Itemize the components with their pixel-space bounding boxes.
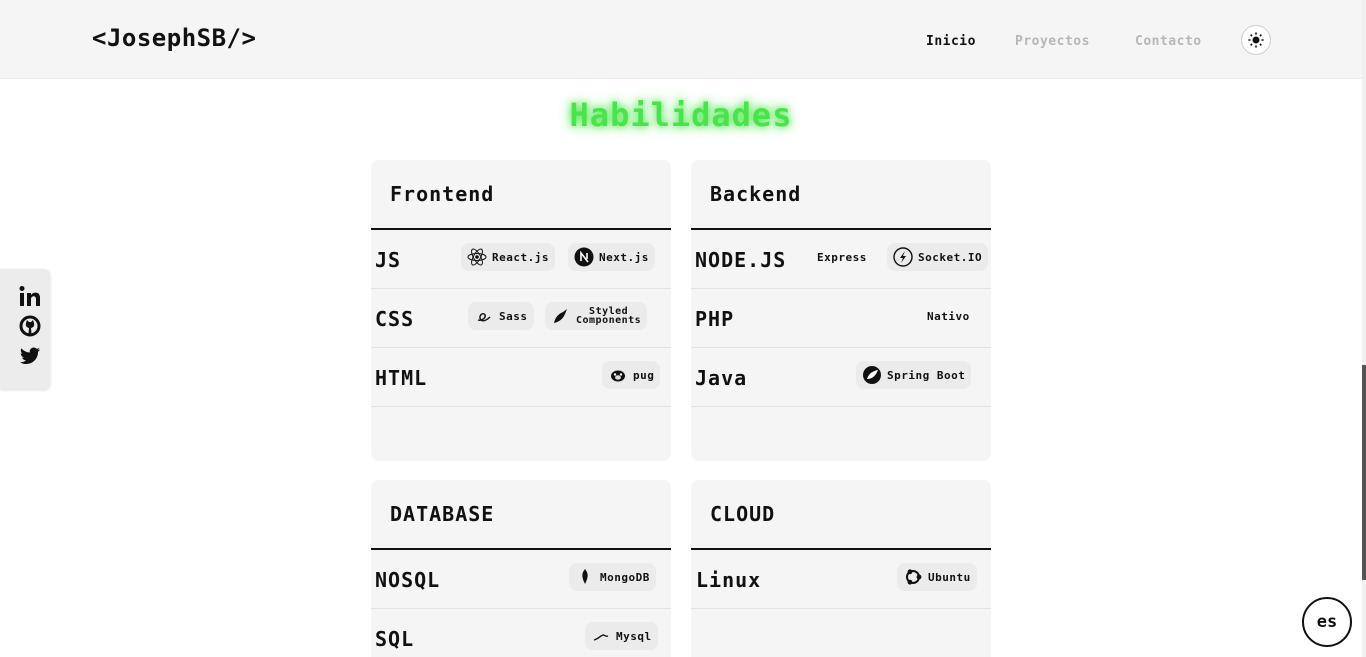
sass-icon — [474, 306, 494, 326]
react-icon — [467, 247, 487, 267]
theme-toggle-button[interactable] — [1241, 25, 1271, 55]
skill-card-backend: Backend NODE.JS Express Socket.IO PHP Na… — [691, 160, 991, 461]
chip-label: Sass — [499, 309, 528, 323]
card-title: CLOUD — [691, 480, 991, 550]
chip-label: Spring Boot — [887, 368, 966, 382]
card-title: Backend — [691, 160, 991, 230]
chip-label: Mysql — [616, 629, 652, 643]
skill-row-linux: Linux Ubuntu — [691, 550, 991, 609]
nextjs-icon — [574, 247, 594, 267]
skill-name: Linux — [696, 568, 762, 592]
linkedin-icon[interactable] — [18, 284, 42, 308]
card-title: Frontend — [371, 160, 671, 230]
social-sidebar — [0, 269, 50, 389]
skill-card-database: DATABASE NOSQL MongoDB SQL Mysql — [371, 480, 671, 657]
styled-components-icon — [551, 306, 571, 326]
skill-name: NODE.JS — [695, 248, 787, 272]
chip-label: Nativo — [927, 309, 970, 323]
spring-icon — [862, 365, 882, 385]
scrollbar-thumb[interactable] — [1362, 365, 1366, 580]
ubuntu-icon — [903, 567, 923, 587]
nav-proyectos[interactable]: Proyectos — [1015, 34, 1090, 49]
site-header: <JosephSB/> Inicio Proyectos Contacto — [0, 0, 1362, 79]
socketio-icon — [893, 247, 913, 267]
tech-chip-mysql[interactable]: Mysql — [585, 622, 658, 650]
skill-name: SQL — [375, 627, 415, 651]
skill-row-css: CSS Sass Styled Components — [371, 289, 671, 348]
site-logo[interactable]: <JosephSB/> — [92, 24, 256, 52]
chip-label: React.js — [492, 250, 549, 264]
language-switch-button[interactable]: es — [1302, 597, 1352, 647]
section-title: Habilidades — [569, 96, 793, 134]
tech-chip-ubuntu[interactable]: Ubuntu — [897, 563, 977, 591]
github-icon[interactable] — [18, 314, 42, 338]
tech-chip-react[interactable]: React.js — [461, 243, 555, 271]
skill-row-html: HTML pug — [371, 348, 671, 407]
skill-row-nodejs: NODE.JS Express Socket.IO — [691, 230, 991, 289]
mongodb-icon — [575, 567, 595, 587]
skill-name: NOSQL — [375, 568, 441, 592]
tech-chip-nativo[interactable]: Nativo — [921, 302, 976, 330]
tech-chip-express[interactable]: Express — [811, 243, 873, 271]
skill-card-frontend: Frontend JS React.js Next.js CSS Sass St… — [371, 160, 671, 461]
card-title: DATABASE — [371, 480, 671, 550]
pug-icon — [608, 365, 628, 385]
skill-card-cloud: CLOUD Linux Ubuntu — [691, 480, 991, 657]
mysql-icon — [591, 626, 611, 646]
tech-chip-nextjs[interactable]: Next.js — [568, 243, 655, 271]
tech-chip-pug[interactable]: pug — [602, 361, 661, 389]
skill-name: PHP — [695, 307, 735, 331]
skill-row-js: JS React.js Next.js — [371, 230, 671, 289]
skill-row-nosql: NOSQL MongoDB — [371, 550, 671, 609]
skill-name: CSS — [375, 307, 415, 331]
chip-label: Express — [817, 250, 867, 264]
chip-label: Socket.IO — [918, 250, 983, 264]
skill-name: JS — [375, 248, 402, 272]
chip-label: MongoDB — [600, 570, 650, 584]
chip-label: Styled Components — [576, 306, 642, 326]
skill-name: HTML — [375, 366, 428, 390]
chip-label: Next.js — [599, 250, 649, 264]
chip-label: Ubuntu — [928, 570, 971, 584]
tech-chip-spring-boot[interactable]: Spring Boot — [856, 361, 972, 389]
twitter-icon[interactable] — [18, 344, 42, 368]
nav-contacto[interactable]: Contacto — [1135, 34, 1202, 49]
skill-name: Java — [695, 366, 748, 390]
tech-chip-socketio[interactable]: Socket.IO — [887, 243, 989, 271]
tech-chip-mongodb[interactable]: MongoDB — [569, 563, 656, 591]
skill-row-php: PHP Nativo — [691, 289, 991, 348]
chip-label: pug — [633, 368, 655, 382]
skill-row-sql: SQL Mysql — [371, 609, 671, 657]
tech-chip-styled-components[interactable]: Styled Components — [545, 302, 648, 330]
tech-chip-sass[interactable]: Sass — [468, 302, 534, 330]
skill-row-java: Java Spring Boot — [691, 348, 991, 407]
sun-icon — [1248, 32, 1264, 48]
nav-inicio[interactable]: Inicio — [926, 34, 976, 49]
